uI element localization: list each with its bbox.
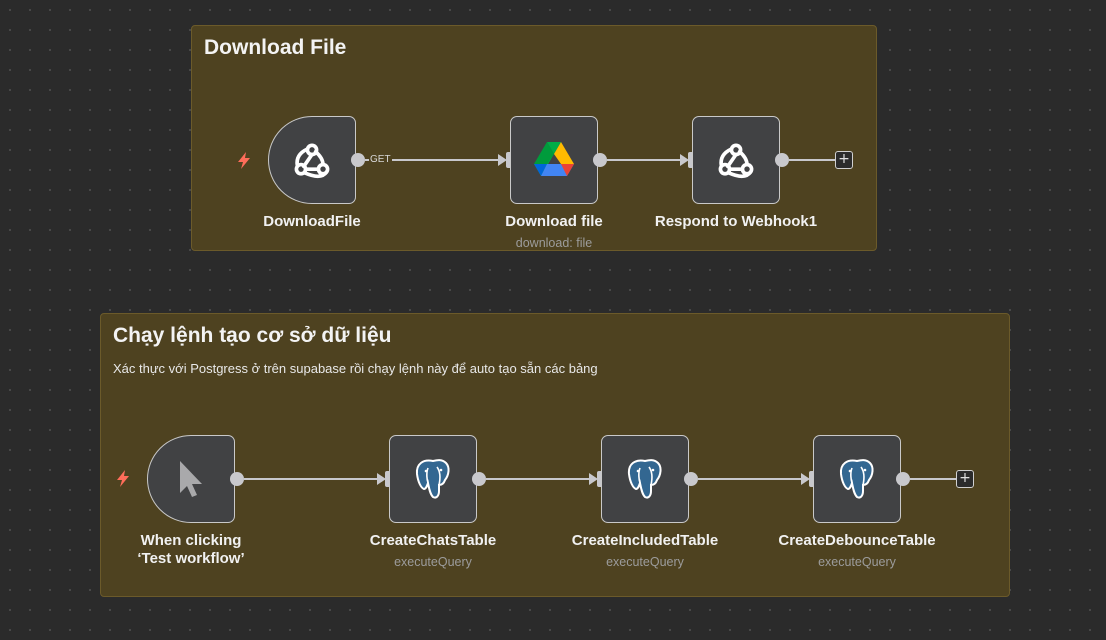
webhook-icon bbox=[718, 143, 754, 179]
output-handle[interactable] bbox=[775, 153, 789, 167]
connection-line bbox=[789, 159, 835, 161]
output-handle[interactable] bbox=[684, 472, 698, 486]
node-label: Download file bbox=[505, 213, 603, 230]
add-node-button[interactable]: + bbox=[956, 470, 974, 488]
node-label: DownloadFile bbox=[263, 213, 361, 230]
node-download-file-google-drive[interactable] bbox=[510, 116, 598, 204]
node-subtitle: executeQuery bbox=[606, 555, 684, 569]
node-subtitle: executeQuery bbox=[818, 555, 896, 569]
output-handle[interactable] bbox=[593, 153, 607, 167]
connection-line bbox=[910, 478, 956, 480]
node-createincludedtable[interactable] bbox=[601, 435, 689, 523]
output-handle[interactable] bbox=[351, 153, 365, 167]
node-label: CreateIncludedTable bbox=[571, 532, 719, 549]
output-handle[interactable] bbox=[896, 472, 910, 486]
connection-label: GET bbox=[369, 154, 392, 165]
connection-line[interactable] bbox=[244, 478, 380, 480]
connection-line[interactable] bbox=[486, 478, 592, 480]
node-createdebouncetable[interactable] bbox=[813, 435, 901, 523]
node-label: Respond to Webhook1 bbox=[654, 213, 818, 230]
cursor-icon bbox=[180, 461, 202, 497]
trigger-bolt-icon bbox=[238, 152, 250, 169]
node-subtitle: download: file bbox=[515, 236, 593, 250]
node-label: CreateChatsTable bbox=[369, 532, 497, 549]
trigger-bolt-icon bbox=[117, 470, 129, 487]
postgres-icon bbox=[415, 459, 450, 499]
connection-line[interactable] bbox=[698, 478, 804, 480]
postgres-icon bbox=[627, 459, 662, 499]
node-label: When clicking ‘Test workflow’ bbox=[137, 532, 245, 567]
node-createchatstable[interactable] bbox=[389, 435, 477, 523]
webhook-icon bbox=[294, 143, 330, 179]
postgres-icon bbox=[839, 459, 874, 499]
output-handle[interactable] bbox=[230, 472, 244, 486]
connection-line[interactable] bbox=[607, 159, 683, 161]
sticky-title: Download File bbox=[204, 36, 347, 59]
output-handle[interactable] bbox=[472, 472, 486, 486]
sticky-description: Xác thực với Postgress ở trên supabase r… bbox=[113, 361, 598, 376]
add-node-button[interactable]: + bbox=[835, 151, 853, 169]
node-label: CreateDebounceTable bbox=[778, 532, 936, 549]
node-subtitle: executeQuery bbox=[394, 555, 472, 569]
node-manual-trigger[interactable] bbox=[147, 435, 235, 523]
sticky-title: Chạy lệnh tạo cơ sở dữ liệu bbox=[113, 324, 392, 347]
google-drive-icon bbox=[534, 142, 574, 176]
node-respond-to-webhook[interactable] bbox=[692, 116, 780, 204]
node-downloadfile-webhook[interactable] bbox=[268, 116, 356, 204]
